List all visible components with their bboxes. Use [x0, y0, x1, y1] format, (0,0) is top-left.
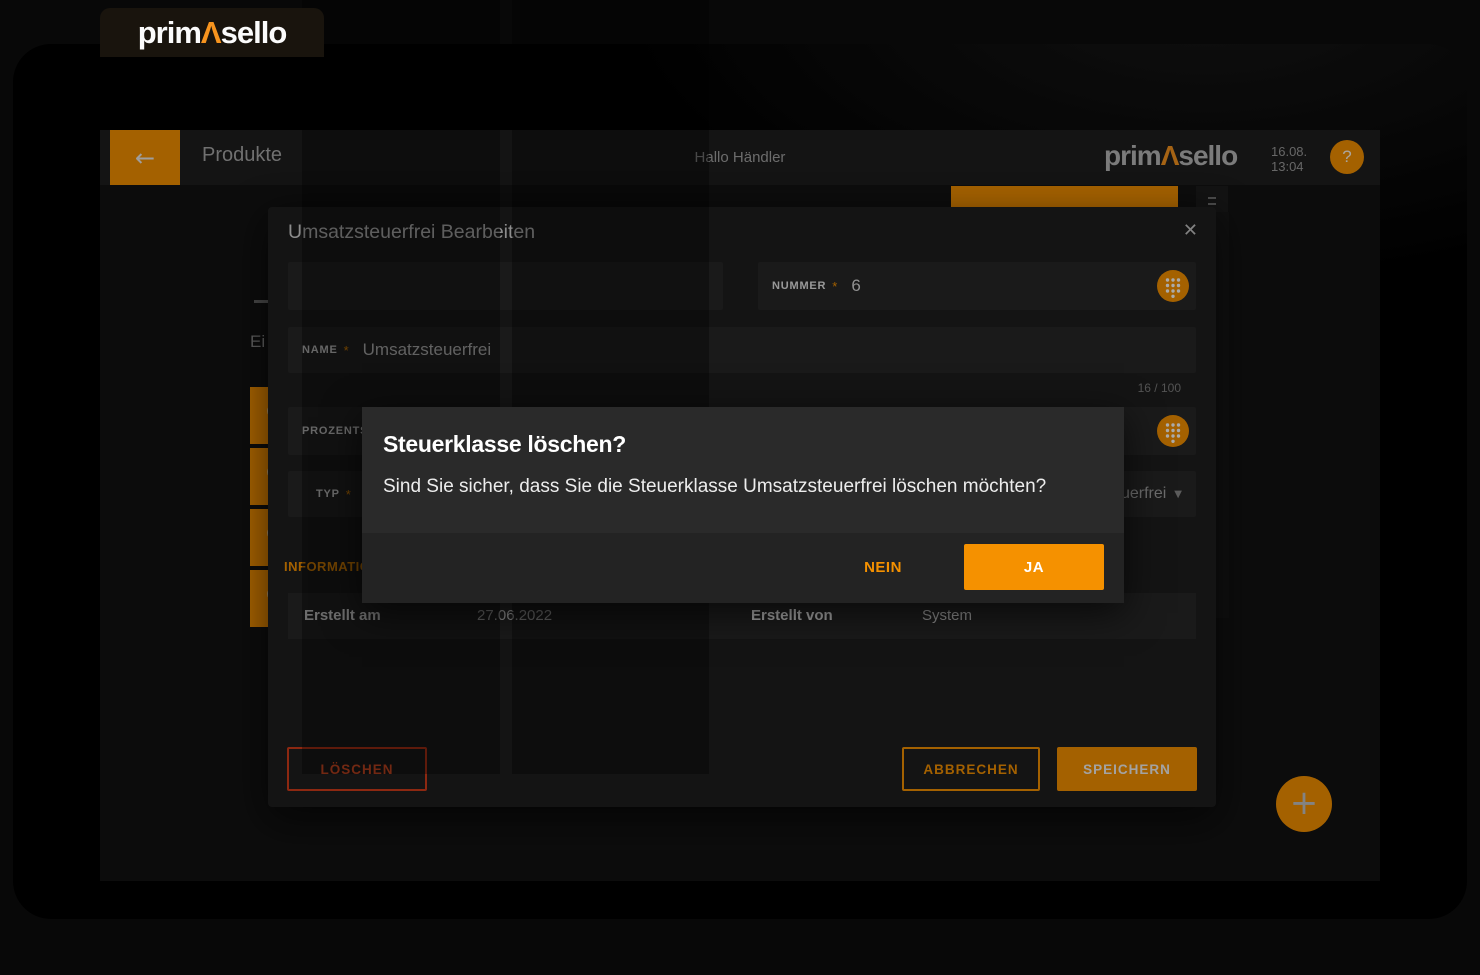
- brand-prefix: prim: [138, 15, 201, 51]
- brand-lambda-icon: Λ: [201, 15, 221, 51]
- no-button[interactable]: NEIN: [838, 547, 928, 587]
- page: ← Produkte Hallo Händler primΛsello 16.0…: [0, 0, 1480, 975]
- dialog-title: Steuerklasse löschen?: [383, 431, 626, 458]
- delete-confirm-dialog: Steuerklasse löschen? Sind Sie sicher, d…: [362, 407, 1124, 603]
- dialog-message: Sind Sie sicher, dass Sie die Steuerklas…: [383, 476, 1046, 498]
- brand-tab: primΛsello: [100, 8, 324, 57]
- yes-button[interactable]: JA: [964, 544, 1104, 590]
- brand-suffix: sello: [221, 15, 287, 51]
